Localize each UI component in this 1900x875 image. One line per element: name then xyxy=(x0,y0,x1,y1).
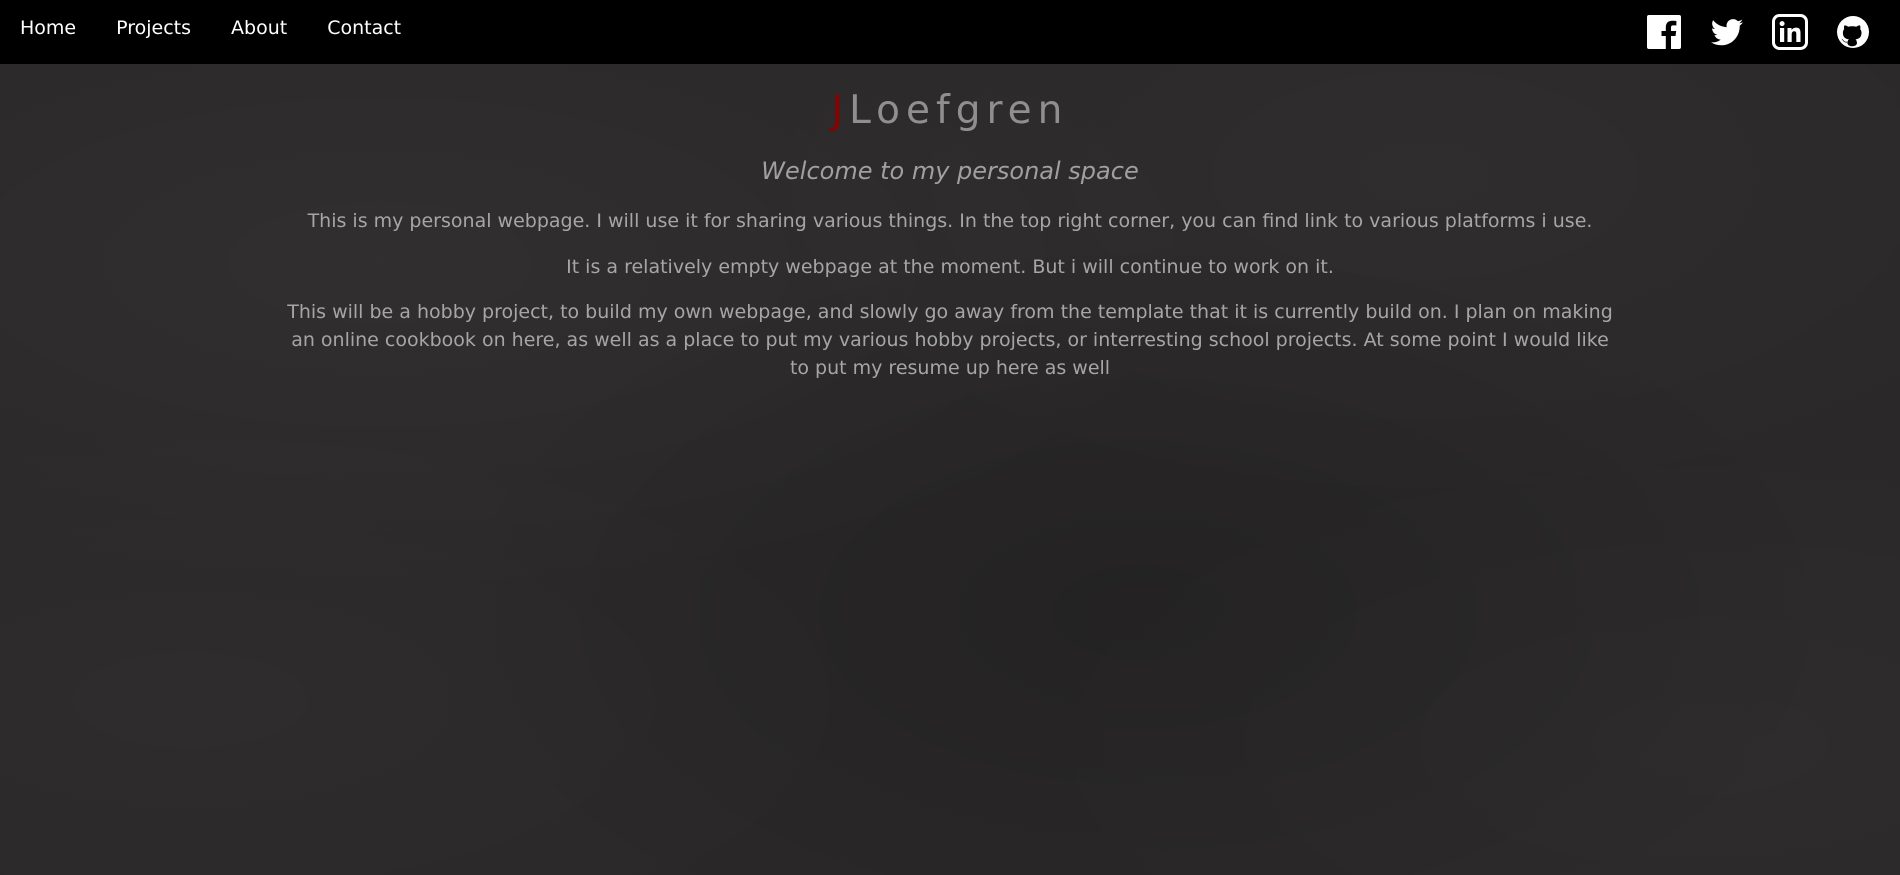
status-paragraph: It is a relatively empty webpage at the … xyxy=(566,256,1334,278)
twitter-icon[interactable] xyxy=(1708,13,1746,51)
linkedin-icon-graphic xyxy=(1772,14,1808,50)
github-icon[interactable] xyxy=(1834,13,1872,51)
twitter-icon-graphic xyxy=(1710,19,1743,46)
nav-link-projects[interactable]: Projects xyxy=(116,18,191,38)
top-navigation-bar: Home Projects About Contact xyxy=(0,0,1900,64)
nav-link-about[interactable]: About xyxy=(231,18,287,38)
social-links xyxy=(1620,0,1900,64)
linkedin-icon[interactable] xyxy=(1771,13,1809,51)
welcome-subtitle: Welcome to my personal space xyxy=(761,157,1139,185)
nav-link-home[interactable]: Home xyxy=(20,18,76,38)
nav-link-contact[interactable]: Contact xyxy=(327,18,401,38)
nav-links: Home Projects About Contact xyxy=(0,0,441,64)
facebook-icon[interactable] xyxy=(1645,13,1683,51)
site-title-initial: J xyxy=(831,88,850,133)
facebook-icon-graphic xyxy=(1647,15,1681,49)
plans-paragraph: This will be a hobby project, to build m… xyxy=(287,301,1613,379)
site-title: JLoefgren xyxy=(0,88,1900,134)
main-content: JLoefgren Welcome to my personal space T… xyxy=(0,64,1900,382)
github-icon-graphic xyxy=(1837,16,1869,48)
intro-paragraph: This is my personal webpage. I will use … xyxy=(307,210,1593,232)
site-title-name: Loefgren xyxy=(849,88,1069,133)
